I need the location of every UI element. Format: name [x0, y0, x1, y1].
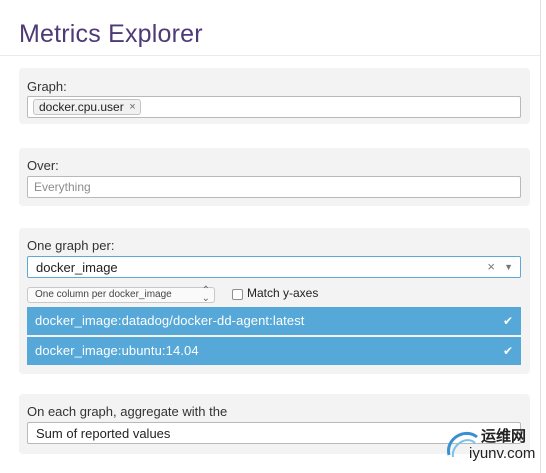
group-option[interactable]: docker_image:datadog/docker-dd-agent:lat… — [27, 307, 521, 335]
metric-tag: docker.cpu.user × — [33, 99, 141, 115]
over-placeholder: Everything — [34, 180, 91, 194]
over-panel: Over: Everything — [19, 148, 530, 206]
layout-select[interactable]: One column per docker_image ⌃ ⌄ — [27, 285, 215, 304]
watermark-line1: 运维网 — [481, 428, 527, 445]
clear-selection-icon[interactable]: × — [487, 259, 495, 274]
metrics-explorer-page: Metrics Explorer Graph: docker.cpu.user … — [0, 0, 541, 473]
title-divider — [0, 55, 540, 56]
match-y-axes-checkbox[interactable] — [232, 289, 243, 300]
group-option[interactable]: docker_image:ubuntu:14.04 ✔ — [27, 337, 521, 365]
one-graph-per-panel: One graph per: docker_image × ▼ One colu… — [19, 228, 530, 374]
match-y-axes-label[interactable]: Match y-axes — [247, 286, 318, 300]
over-input[interactable]: Everything — [27, 176, 521, 198]
chevron-down-icon[interactable]: ▼ — [504, 262, 513, 272]
group-option-label: docker_image:ubuntu:14.04 — [35, 343, 199, 358]
layout-select-value: One column per docker_image — [35, 289, 172, 300]
aggregate-value: Sum of reported values — [36, 426, 171, 441]
metric-tag-label: docker.cpu.user — [39, 100, 124, 114]
page-title: Metrics Explorer — [19, 20, 203, 48]
graph-panel: Graph: docker.cpu.user × — [19, 68, 530, 124]
group-option-label: docker_image:datadog/docker-dd-agent:lat… — [35, 313, 305, 328]
group-by-value: docker_image — [36, 260, 118, 275]
checkmark-icon: ✔ — [502, 344, 513, 358]
aggregate-label: On each graph, aggregate with the — [27, 404, 228, 419]
updown-caret-icon: ⌃ ⌄ — [201, 285, 210, 304]
watermark-line2: iyunv.com — [469, 445, 536, 462]
checkmark-icon: ✔ — [502, 314, 513, 328]
group-by-select[interactable]: docker_image × ▼ — [27, 256, 521, 278]
remove-tag-icon[interactable]: × — [129, 100, 135, 114]
metric-input[interactable]: docker.cpu.user × — [27, 96, 521, 118]
over-label: Over: — [27, 158, 59, 173]
one-graph-per-label: One graph per: — [27, 238, 115, 253]
graph-label: Graph: — [27, 79, 67, 94]
watermark: 运维网 iyunv.com — [443, 423, 543, 467]
